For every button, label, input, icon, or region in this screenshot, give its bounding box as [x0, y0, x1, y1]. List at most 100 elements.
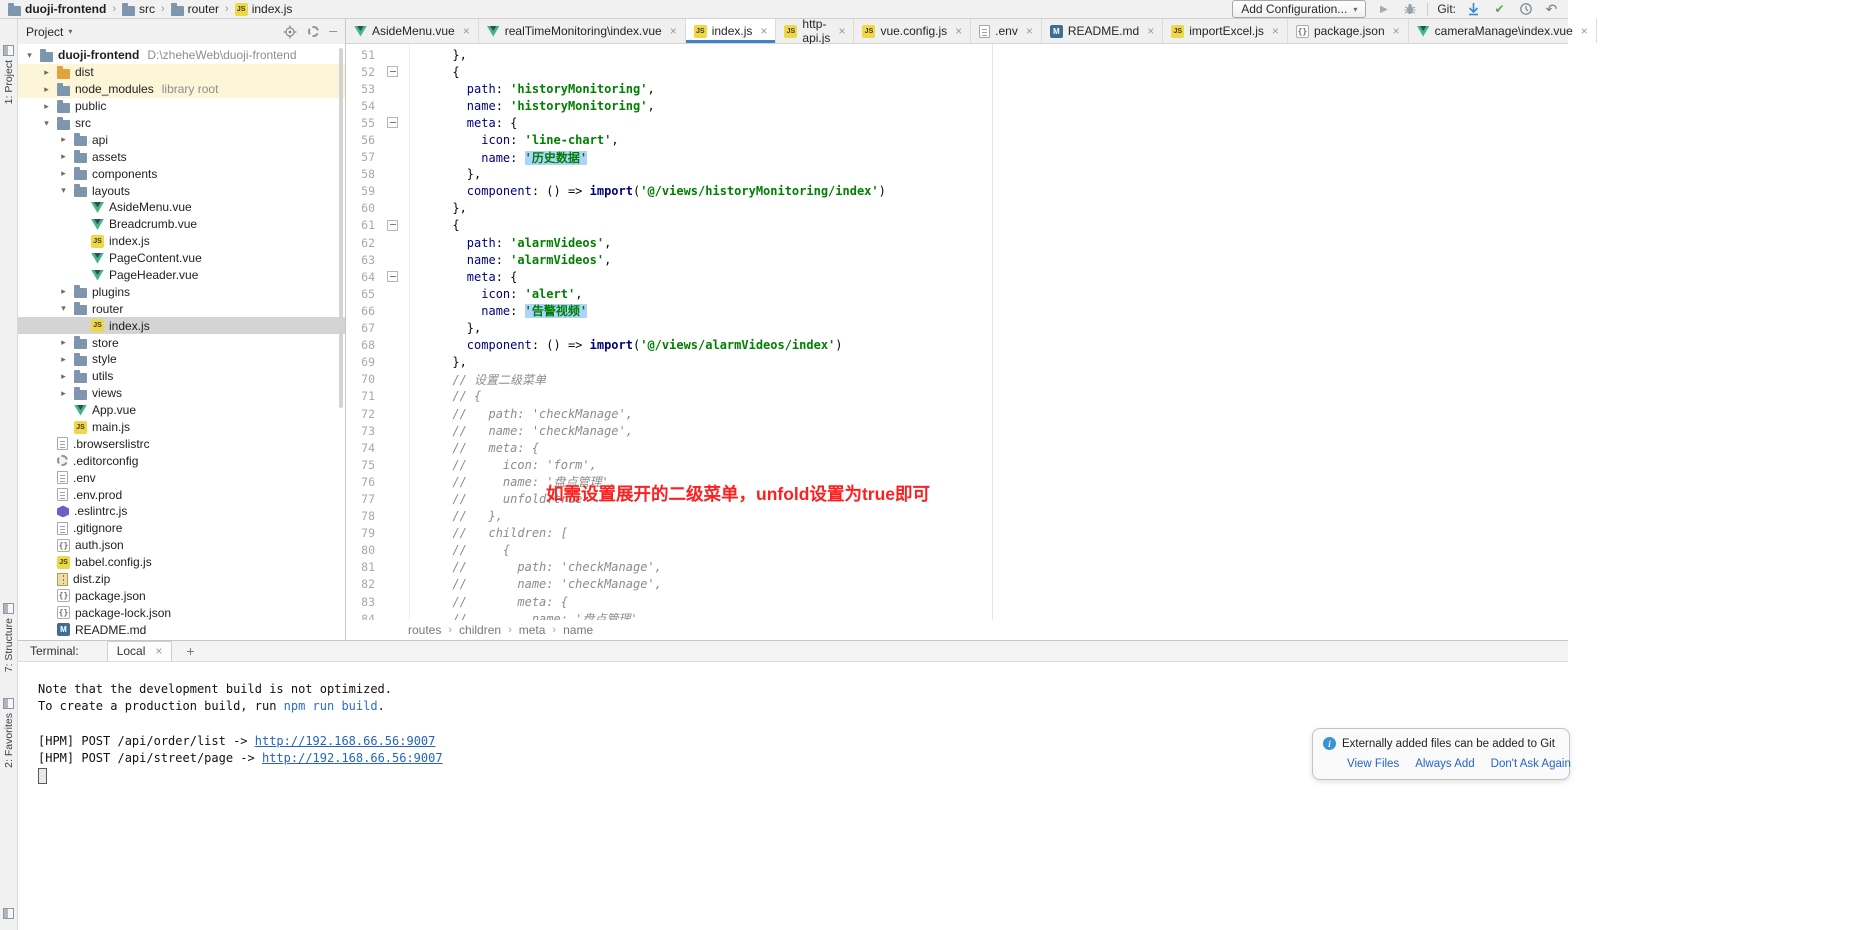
line-number[interactable]: 77 [346, 492, 375, 506]
line-number[interactable]: 52 [346, 65, 375, 79]
terminal-tab-local[interactable]: Local × [107, 641, 173, 661]
tool-button-1-project[interactable]: 1: Project [3, 45, 15, 104]
code-line[interactable]: 69 }, [346, 354, 1568, 371]
code-line[interactable]: 72 // path: 'checkManage', [346, 405, 1568, 422]
tree-item-index-js[interactable]: JSindex.js [18, 317, 345, 334]
line-number[interactable]: 64 [346, 270, 375, 284]
close-icon[interactable]: × [1026, 25, 1033, 37]
tree-item-utils[interactable]: ▸utils [18, 368, 345, 385]
code-line[interactable]: 74 // meta: { [346, 439, 1568, 456]
code-line[interactable]: 56 icon: 'line-chart', [346, 131, 1568, 148]
line-number[interactable]: 65 [346, 287, 375, 301]
editor-breadcrumb-children[interactable]: children [459, 623, 501, 637]
code-line[interactable]: 67 }, [346, 320, 1568, 337]
fold-icon[interactable] [387, 117, 398, 128]
editor-tab-cameramanage-index-vue[interactable]: cameraManage\index.vue× [1409, 19, 1597, 43]
new-terminal-icon[interactable]: + [186, 643, 194, 659]
line-number[interactable]: 57 [346, 150, 375, 164]
tree-item-dist-zip[interactable]: dist.zip [18, 571, 345, 588]
tree-item-index-js[interactable]: JSindex.js [18, 233, 345, 250]
line-number[interactable]: 84 [346, 612, 375, 620]
code-line[interactable]: 68 component: () => import('@/views/alar… [346, 337, 1568, 354]
code-line[interactable]: 61 { [346, 217, 1568, 234]
line-number[interactable]: 58 [346, 167, 375, 181]
breadcrumb-item-src[interactable]: src [122, 2, 155, 16]
tree-item-public[interactable]: ▸public [18, 98, 345, 115]
line-number[interactable]: 80 [346, 543, 375, 557]
editor-breadcrumb-routes[interactable]: routes [408, 623, 441, 637]
code-line[interactable]: 77 // unfold:true [346, 490, 1568, 507]
tree-expand-icon[interactable]: ▸ [58, 286, 69, 297]
tree-collapse-icon[interactable]: ▾ [24, 50, 35, 61]
tree-expand-icon[interactable]: ▸ [58, 388, 69, 399]
tree-item-readme-md[interactable]: MREADME.md [18, 621, 345, 638]
tree-item-package-lock-json[interactable]: {}package-lock.json [18, 604, 345, 621]
editor-breadcrumb-meta[interactable]: meta [519, 623, 546, 637]
code-line[interactable]: 73 // name: 'checkManage', [346, 422, 1568, 439]
gear-icon[interactable] [308, 26, 319, 37]
tree-item-editorconfig[interactable]: .editorconfig [18, 452, 345, 469]
code-line[interactable]: 53 path: 'historyMonitoring', [346, 80, 1568, 97]
code-line[interactable]: 70 // 设置二级菜单 [346, 371, 1568, 388]
close-icon[interactable]: × [1272, 25, 1279, 37]
tree-item-breadcrumb-vue[interactable]: Breadcrumb.vue [18, 216, 345, 233]
tree-item-router[interactable]: ▾router [18, 300, 345, 317]
tree-expand-icon[interactable]: ▸ [58, 168, 69, 179]
code-line[interactable]: 57 name: '历史数据' [346, 149, 1568, 166]
code-line[interactable]: 58 }, [346, 166, 1568, 183]
chevron-down-icon[interactable]: ▾ [68, 27, 72, 36]
code-line[interactable]: 62 path: 'alarmVideos', [346, 234, 1568, 251]
code-editor[interactable]: 51 },52 {53 path: 'historyMonitoring',54… [346, 44, 1568, 620]
add-configuration-button[interactable]: Add Configuration... ▾ [1232, 0, 1366, 18]
tree-item-pagecontent-vue[interactable]: PageContent.vue [18, 250, 345, 267]
tree-expand-icon[interactable]: ▸ [58, 354, 69, 365]
close-icon[interactable]: × [838, 25, 845, 37]
tool-window-switcher-icon[interactable] [3, 908, 14, 919]
editor-tab-asidemenu-vue[interactable]: AsideMenu.vue× [346, 19, 479, 43]
tool-button-2-favorites[interactable]: 2: Favorites [3, 698, 15, 768]
line-number[interactable]: 75 [346, 458, 375, 472]
tree-collapse-icon[interactable]: ▾ [58, 185, 69, 196]
run-icon[interactable]: ▶ [1375, 1, 1392, 17]
editor-tab-realtimemonitoring-index-vue[interactable]: realTimeMonitoring\index.vue× [479, 19, 686, 43]
tree-item-eslintrc-js[interactable]: .eslintrc.js [18, 503, 345, 520]
line-number[interactable]: 71 [346, 389, 375, 403]
tree-expand-icon[interactable]: ▸ [58, 337, 69, 348]
tree-item-pageheader-vue[interactable]: PageHeader.vue [18, 267, 345, 284]
line-number[interactable]: 60 [346, 201, 375, 215]
minimize-icon[interactable]: ─ [329, 26, 337, 38]
editor-tab-vue-config-js[interactable]: JSvue.config.js× [854, 19, 971, 43]
line-number[interactable]: 76 [346, 475, 375, 489]
code-line[interactable]: 83 // meta: { [346, 593, 1568, 610]
tree-expand-icon[interactable]: ▸ [58, 134, 69, 145]
tree-item-views[interactable]: ▸views [18, 385, 345, 402]
tree-item-package-json[interactable]: {}package.json [18, 588, 345, 605]
tree-expand-icon[interactable]: ▸ [41, 67, 52, 78]
tree-item-env[interactable]: .env [18, 469, 345, 486]
code-line[interactable]: 59 component: () => import('@/views/hist… [346, 183, 1568, 200]
tree-item-browserslistrc[interactable]: .browserslistrc [18, 435, 345, 452]
code-line[interactable]: 66 name: '告警视频' [346, 302, 1568, 319]
history-icon[interactable] [1517, 1, 1534, 17]
code-line[interactable]: 84 // name: '盘点管理' [346, 610, 1568, 620]
editor-tab-index-js[interactable]: JSindex.js× [686, 19, 777, 43]
breadcrumb-item-router[interactable]: router [171, 2, 219, 16]
close-icon[interactable]: × [1393, 25, 1400, 37]
project-panel-title[interactable]: Project [26, 25, 63, 39]
line-number[interactable]: 83 [346, 595, 375, 609]
close-icon[interactable]: × [955, 25, 962, 37]
code-line[interactable]: 75 // icon: 'form', [346, 456, 1568, 473]
close-icon[interactable]: × [1147, 25, 1154, 37]
notification-action-view-files[interactable]: View Files [1347, 758, 1399, 770]
code-line[interactable]: 60 }, [346, 200, 1568, 217]
close-icon[interactable]: × [760, 25, 767, 37]
line-number[interactable]: 79 [346, 526, 375, 540]
fold-icon[interactable] [387, 271, 398, 282]
tree-item-env-prod[interactable]: .env.prod [18, 486, 345, 503]
tree-expand-icon[interactable]: ▸ [41, 84, 52, 95]
line-number[interactable]: 69 [346, 355, 375, 369]
debug-icon[interactable] [1401, 1, 1418, 17]
code-line[interactable]: 71 // { [346, 388, 1568, 405]
tree-item-src[interactable]: ▾src [18, 115, 345, 132]
tree-item-components[interactable]: ▸components [18, 165, 345, 182]
